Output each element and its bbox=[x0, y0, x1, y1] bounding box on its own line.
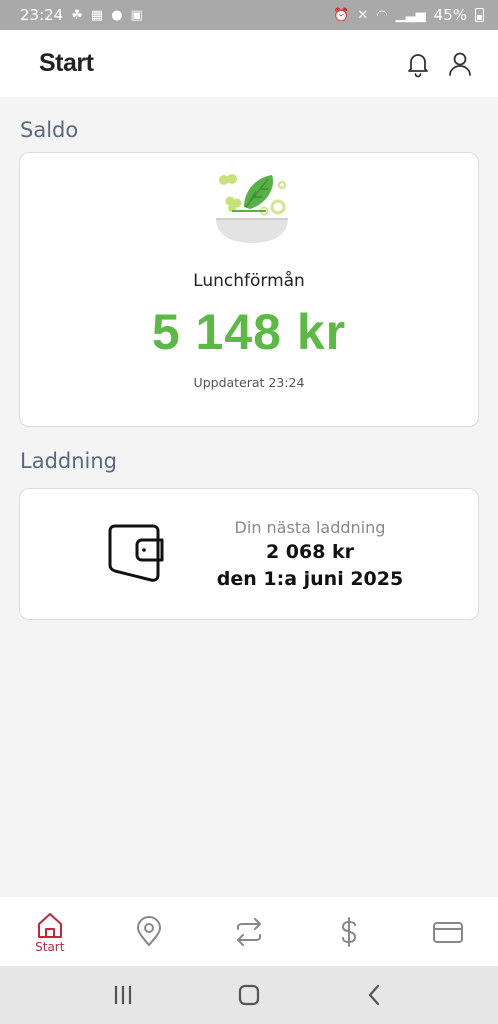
saldo-section-label: Saldo bbox=[20, 118, 79, 142]
system-nav-bar bbox=[0, 966, 498, 1024]
app-icon: ● bbox=[111, 7, 123, 23]
mute-icon: ✕ bbox=[357, 7, 369, 23]
alarm-icon: ⏰ bbox=[333, 7, 350, 23]
nav-transfers[interactable] bbox=[199, 897, 299, 966]
next-charge-date: den 1:a juni 2025 bbox=[216, 568, 404, 590]
charge-card[interactable]: Din nästa laddning 2 068 kr den 1:a juni… bbox=[19, 488, 479, 620]
nav-start-label: Start bbox=[35, 940, 65, 954]
profile-icon[interactable] bbox=[446, 50, 474, 78]
wallet-icon bbox=[106, 523, 166, 585]
transfer-arrows-icon bbox=[236, 917, 261, 946]
battery-percent: 45% bbox=[433, 6, 467, 24]
wifi-icon: ◠ bbox=[376, 7, 388, 23]
signal-icon: ▁▃▅ bbox=[395, 7, 426, 23]
nav-money[interactable] bbox=[299, 897, 399, 966]
page-title: Start bbox=[39, 49, 94, 77]
qr-icon: ▦ bbox=[90, 7, 104, 23]
salad-bowl-icon bbox=[210, 167, 294, 251]
bottom-nav: Start bbox=[0, 897, 498, 966]
nav-start[interactable]: Start bbox=[0, 897, 100, 966]
nav-location[interactable] bbox=[100, 897, 200, 966]
home-button-icon[interactable] bbox=[236, 982, 262, 1008]
charge-section-label: Laddning bbox=[20, 449, 118, 473]
dollar-icon bbox=[341, 916, 356, 947]
status-time: 23:24 bbox=[20, 6, 64, 24]
card-icon bbox=[433, 921, 464, 943]
next-charge-amount: 2 068 kr bbox=[265, 541, 355, 563]
bell-icon[interactable] bbox=[404, 50, 432, 78]
home-icon bbox=[37, 913, 62, 938]
notification-icon: ☘ bbox=[71, 7, 83, 23]
location-pin-icon bbox=[137, 915, 162, 947]
back-icon[interactable] bbox=[362, 982, 388, 1008]
next-charge-caption: Din nästa laddning bbox=[234, 518, 386, 537]
saldo-card[interactable]: Lunchförmån 5 148 kr Uppdaterat 23:24 bbox=[19, 152, 479, 427]
status-bar: 23:24 ☘ ▦ ● ▣ ⏰ ✕ ◠ ▁▃▅ 45% bbox=[0, 0, 498, 30]
app-header: Start bbox=[0, 30, 498, 97]
updated-timestamp: Uppdaterat 23:24 bbox=[193, 375, 305, 390]
battery-icon bbox=[475, 8, 484, 22]
nav-card[interactable] bbox=[398, 897, 498, 966]
recent-apps-icon[interactable] bbox=[110, 982, 136, 1008]
balance-amount: 5 148 kr bbox=[151, 304, 347, 360]
image-icon: ▣ bbox=[130, 7, 143, 23]
benefit-name: Lunchförmån bbox=[193, 271, 305, 291]
